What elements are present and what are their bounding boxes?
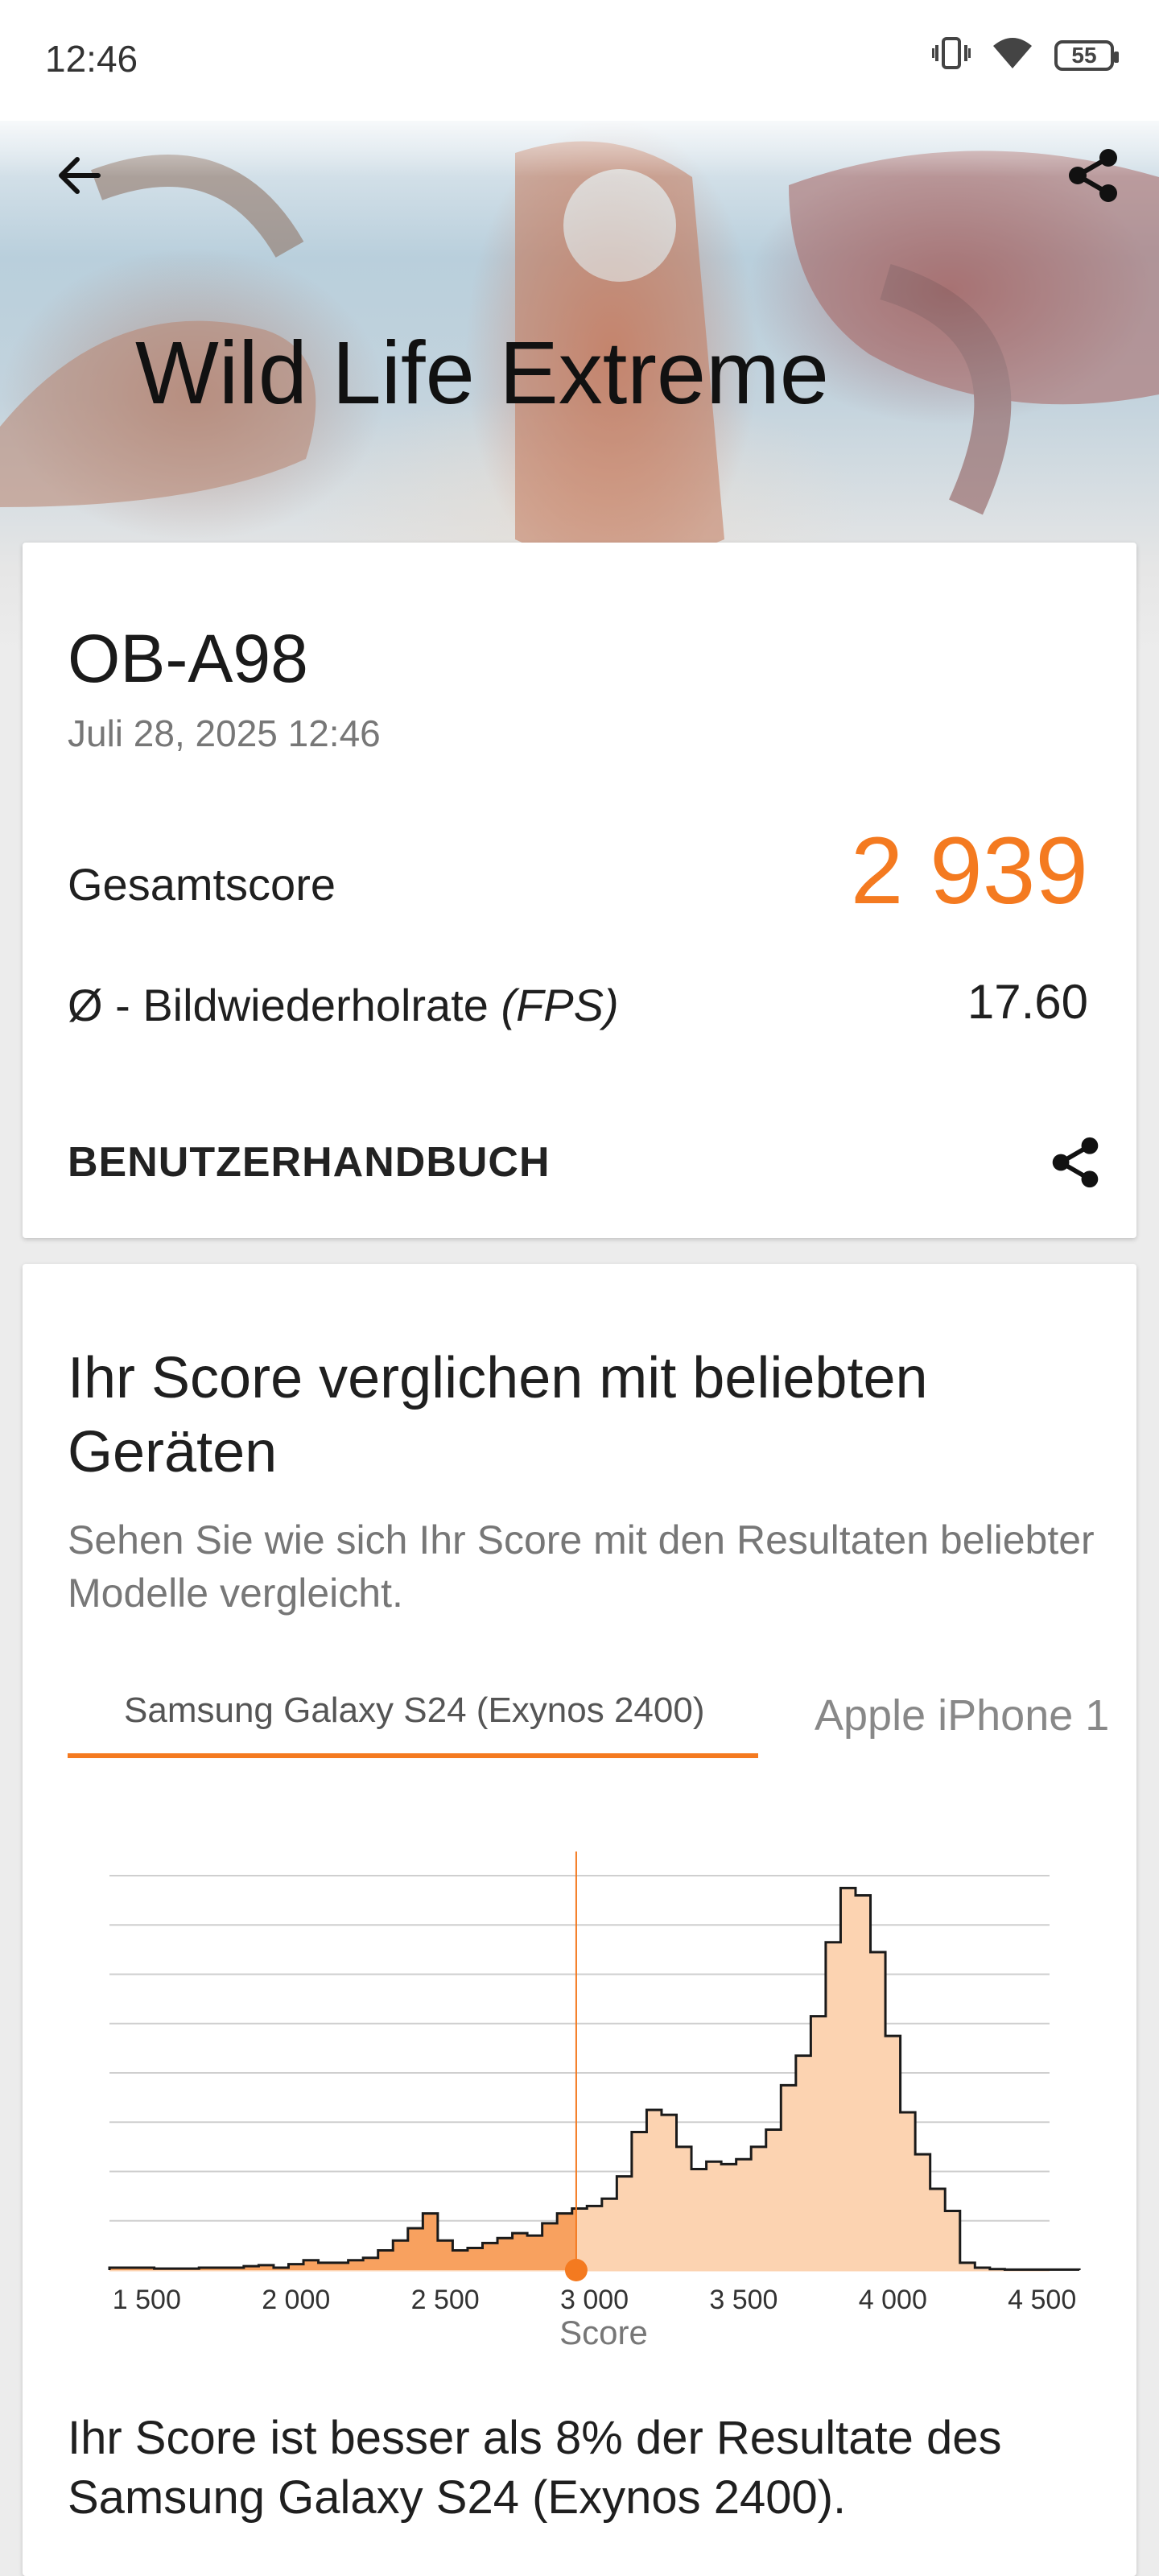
fps-value: 17.60 xyxy=(967,975,1088,1029)
result-card: OB-A98 Juli 28, 2025 12:46 Gesamtscore 2… xyxy=(23,543,1136,1238)
share-button[interactable] xyxy=(1053,135,1133,216)
wifi-icon xyxy=(992,36,1033,74)
total-score-label: Gesamtscore xyxy=(68,859,336,910)
fps-label: Ø - Bildwiederholrate (FPS) xyxy=(68,979,619,1031)
selected-tab-indicator xyxy=(68,1753,758,1758)
status-bar: 12:46 55 xyxy=(0,0,1159,121)
comparison-subtitle: Sehen Sie wie sich Ihr Score mit den Res… xyxy=(68,1517,1095,1616)
battery-icon: 55 xyxy=(1054,39,1119,71)
comparison-card: Ihr Score verglichen mit beliebten Gerät… xyxy=(23,1264,1136,2576)
x-tick-label: 4 000 xyxy=(859,2285,927,2315)
x-tick-label: 1 500 xyxy=(113,2285,181,2315)
arrow-left-icon xyxy=(59,157,101,194)
user-manual-link[interactable]: BENUTZERHANDBUCH xyxy=(68,1138,551,1187)
tab-samsung-galaxy-s24[interactable]: Samsung Galaxy S24 (Exynos 2400) xyxy=(124,1690,705,1731)
comparison-result-text: Ihr Score ist besser als 8% der Resultat… xyxy=(68,2412,1002,2524)
score-distribution-chart: 1 500 2 000 2 500 3 000 3 500 4 000 4 500 Scor… xyxy=(108,1852,1081,2351)
distribution-area xyxy=(109,1888,1080,2270)
vibrate-icon xyxy=(931,35,971,75)
fps-label-text: Ø - Bildwiederholrate xyxy=(68,980,501,1030)
score-marker-dot xyxy=(564,2259,588,2281)
total-score-value: 2 939 xyxy=(850,818,1088,924)
comparison-title: Ihr Score verglichen mit beliebten Gerät… xyxy=(68,1346,928,1484)
tab-apple-iphone[interactable]: Apple iPhone 1 xyxy=(815,1690,1109,1740)
x-tick-label: 2 500 xyxy=(411,2285,480,2315)
run-date: Juli 28, 2025 12:46 xyxy=(68,712,381,754)
device-name: OB-A98 xyxy=(68,621,308,696)
device-tabs: Samsung Galaxy S24 (Exynos 2400) Apple i… xyxy=(68,1666,1114,1763)
x-axis-label: Score xyxy=(559,2314,648,2351)
status-icons: 55 xyxy=(931,35,1119,75)
x-tick-label: 3 500 xyxy=(709,2285,777,2315)
x-tick-label: 3 000 xyxy=(560,2285,629,2315)
page-title: Wild Life Extreme xyxy=(135,324,829,423)
x-tick-label: 4 500 xyxy=(1008,2285,1076,2315)
fps-unit: (FPS) xyxy=(501,980,619,1030)
share-result-button[interactable] xyxy=(1035,1122,1116,1203)
back-button[interactable] xyxy=(39,135,119,216)
share-icon xyxy=(1069,149,1117,202)
share-icon xyxy=(1052,1137,1099,1188)
x-tick-label: 2 000 xyxy=(262,2285,330,2315)
status-time: 12:46 xyxy=(45,38,138,80)
distribution-area-below-score xyxy=(109,2208,576,2270)
